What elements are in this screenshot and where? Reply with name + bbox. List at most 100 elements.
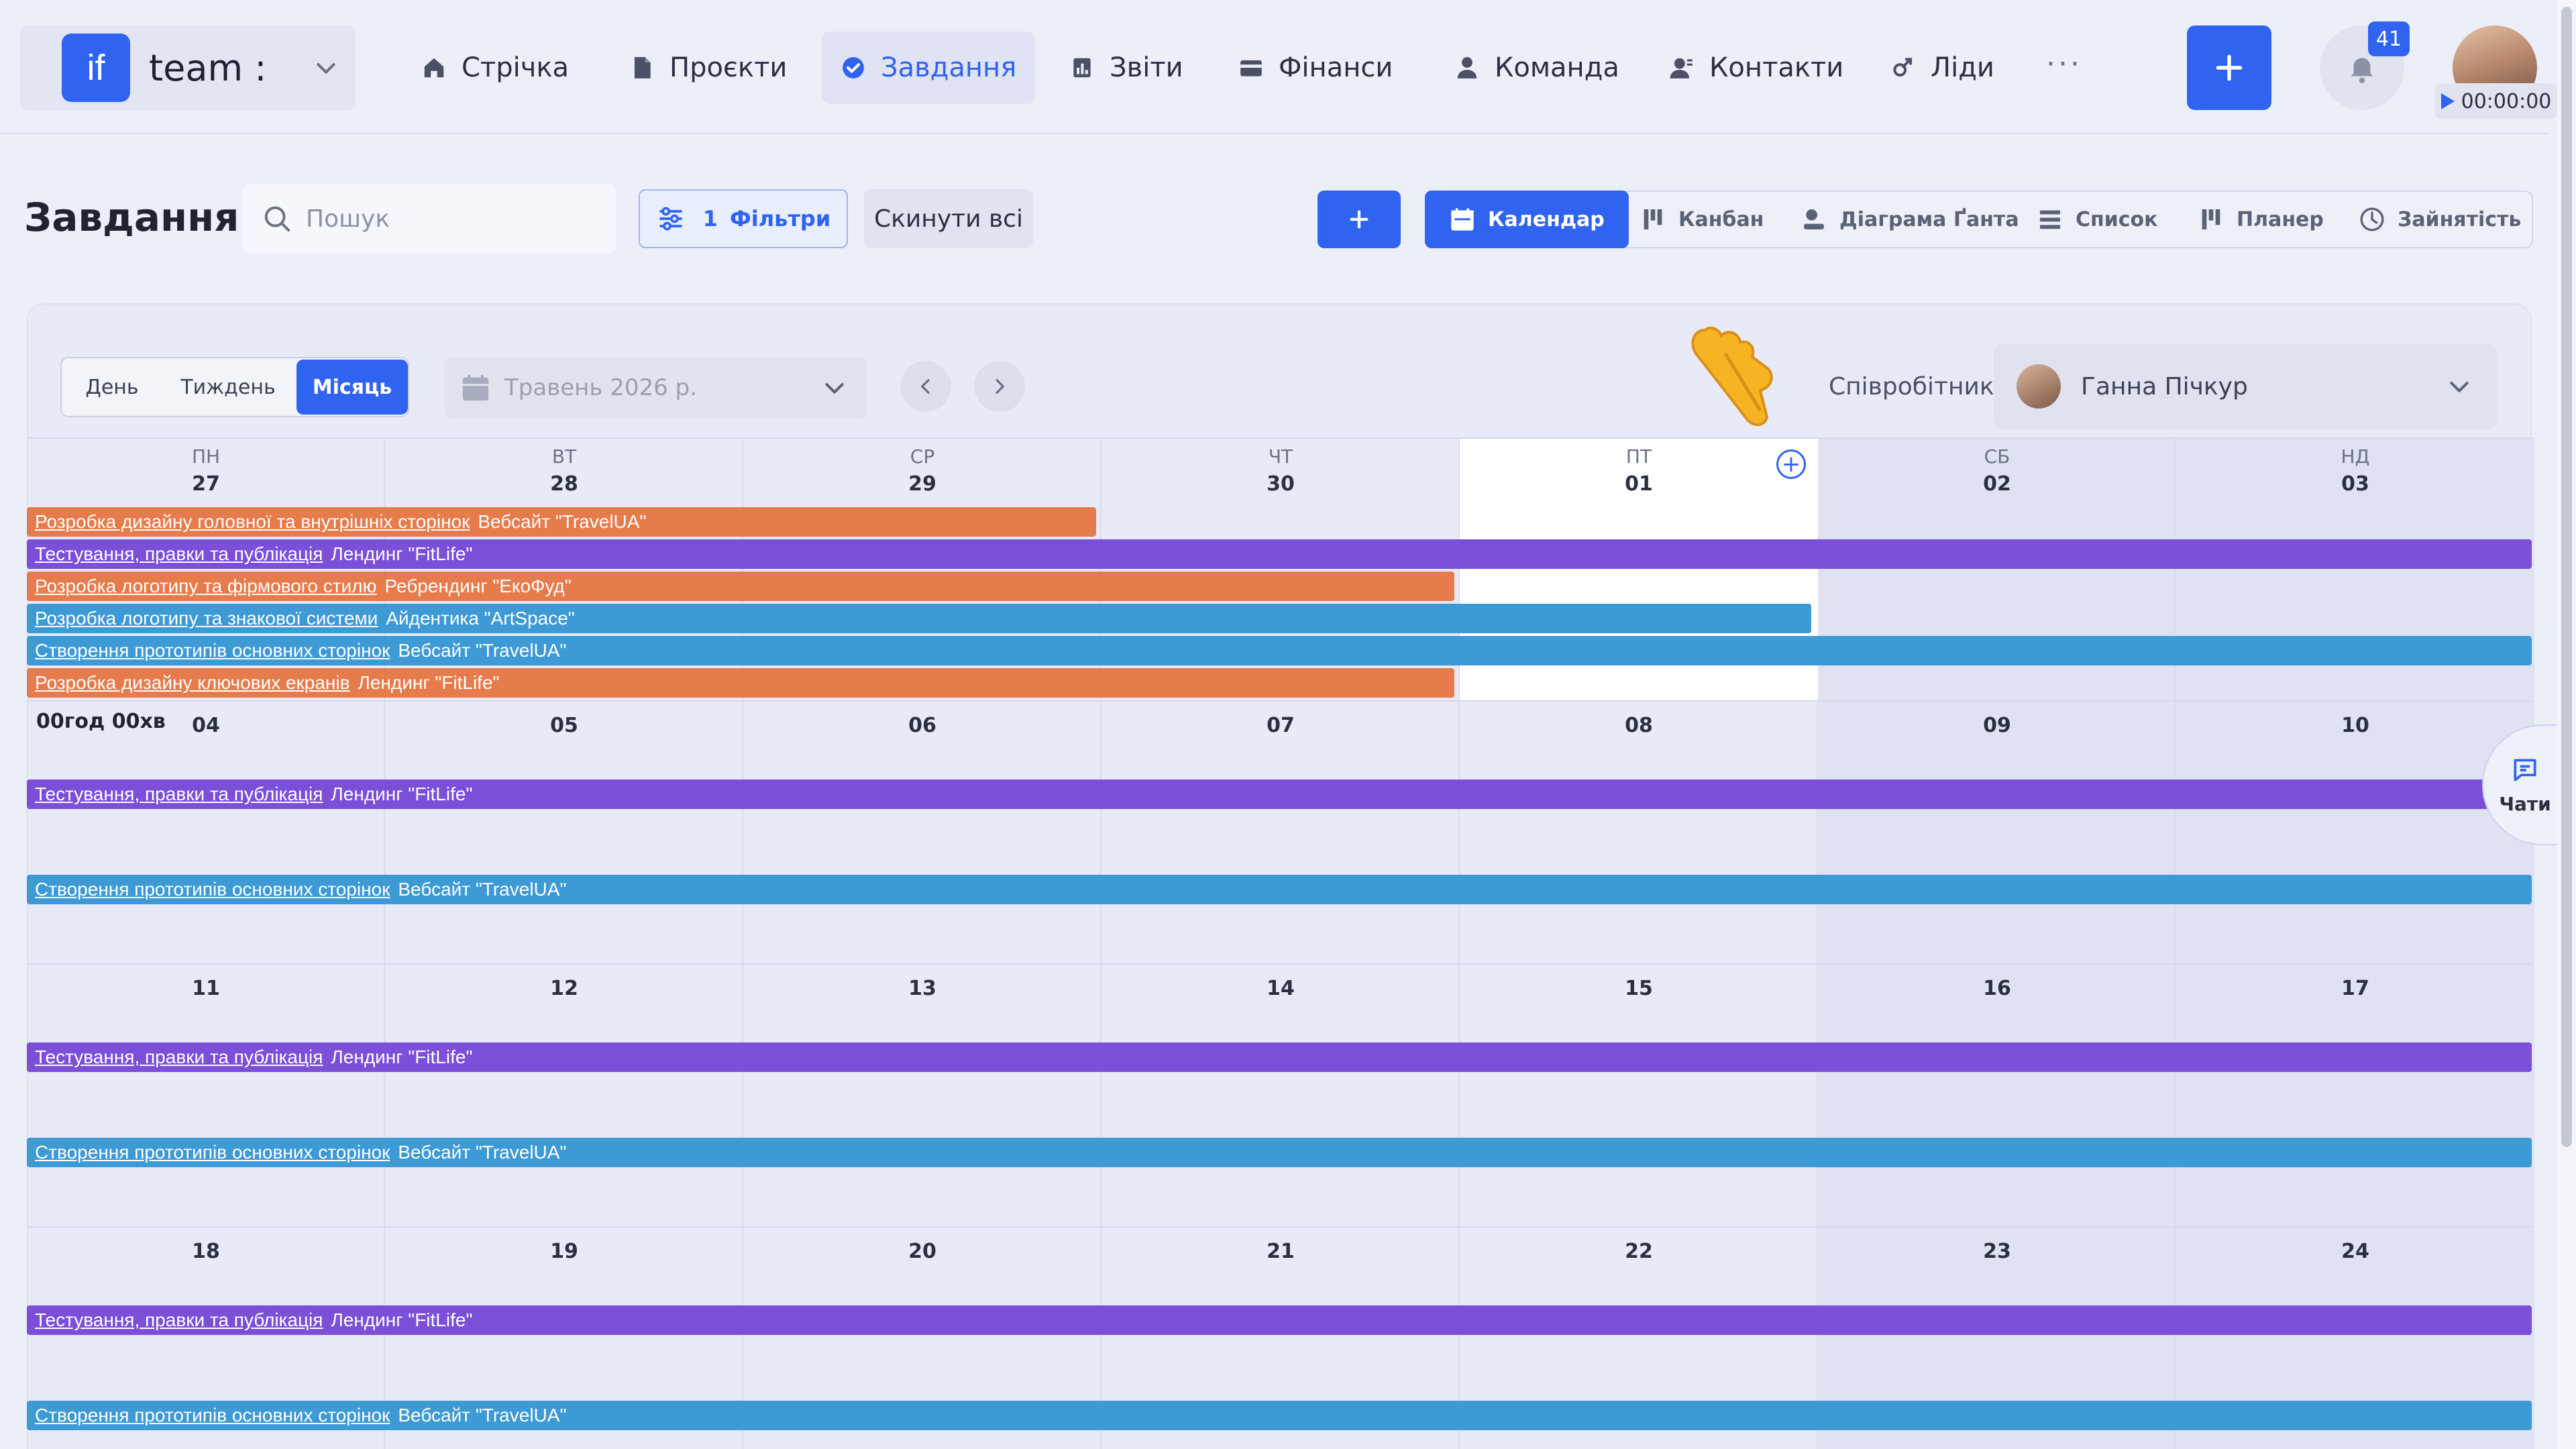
task-project: Вебсайт "TravelUA" (398, 1142, 567, 1163)
day-number: 07 (1267, 714, 1295, 737)
view-tab-planner[interactable]: Планер (2198, 192, 2324, 247)
plus-icon (1350, 210, 1368, 229)
period-switcher: День Тиждень Місяць (60, 357, 409, 417)
chevron-left-icon (921, 379, 930, 394)
month-picker[interactable]: Травень 2026 р. (444, 357, 867, 419)
nav-item-finance[interactable]: Фінанси (1220, 32, 1411, 104)
filters-button[interactable]: 1 Фільтри (639, 189, 848, 248)
workspace-switcher[interactable]: if team : (20, 25, 356, 111)
weekday-label: ПН (191, 445, 221, 468)
nav-item-projects[interactable]: Проєкти (610, 32, 806, 104)
view-label: Планер (2237, 207, 2324, 231)
task-project: Лендинг "FitLife" (331, 1309, 473, 1330)
day-number: 09 (1983, 714, 2011, 737)
nav-item-feed[interactable]: Стрічка (402, 32, 588, 104)
task-title: Створення прототипів основних сторінок (35, 1405, 390, 1426)
search-input[interactable] (306, 205, 601, 233)
wallet-icon (1240, 60, 1262, 76)
next-month-button[interactable] (974, 361, 1025, 412)
view-tab-workload[interactable]: Зайнятість (2359, 192, 2521, 247)
task-project: Ребрендинг "ЕкоФуд" (384, 576, 572, 596)
weekday-label: НД (2341, 445, 2370, 468)
day-number: 19 (550, 1240, 578, 1263)
grid-line (27, 700, 2532, 702)
task-bar[interactable]: Розробка дизайну ключових екранів Лендинг… (27, 668, 1454, 698)
day-number: 04 (192, 714, 220, 737)
weekend-column (2176, 437, 2534, 1449)
chevron-right-icon (996, 379, 1004, 394)
task-bar[interactable]: Створення прототипів основних сторінок Ве… (27, 636, 2532, 665)
employee-filter-label: Співробітник (1829, 373, 1994, 400)
time-tracker[interactable]: 00:00:00 (2435, 83, 2557, 119)
task-bar[interactable]: Тестування, правки та публікація Лендинг … (27, 539, 2532, 569)
task-project: Вебсайт "TravelUA" (478, 511, 647, 532)
grid-line (27, 1226, 2532, 1228)
gantt-icon (1804, 209, 1824, 229)
view-tab-list[interactable]: Список (2037, 192, 2158, 247)
global-add-button[interactable] (2187, 25, 2271, 110)
brand-name: team : (149, 46, 267, 89)
task-bar[interactable]: Створення прототипів основних сторінок Ве… (27, 875, 2532, 904)
task-bar[interactable]: Створення прототипів основних сторінок Ве… (27, 1138, 2532, 1167)
day-number: 30 (1267, 472, 1295, 496)
reset-filters-button[interactable]: Скинути всі (864, 189, 1033, 248)
view-tab-gantt[interactable]: Діаграма Ґанта (1801, 192, 2019, 247)
task-bar[interactable]: Тестування, правки та публікація Лендинг … (27, 780, 2532, 809)
nav-item-contacts[interactable]: Контакти (1650, 32, 1862, 104)
filters-label: Фільтри (730, 206, 831, 231)
nav-item-tasks[interactable]: Завдання (822, 32, 1036, 104)
view-label: Список (2076, 207, 2158, 231)
task-bar[interactable]: Тестування, правки та публікація Лендинг … (27, 1305, 2532, 1335)
chat-icon (2514, 759, 2536, 781)
pointing-hand-icon (1691, 326, 1773, 427)
task-bar[interactable]: Розробка дизайну головної та внутрішніх … (27, 507, 1096, 537)
period-tab-month[interactable]: Місяць (297, 360, 408, 415)
view-label: Зайнятість (2398, 207, 2522, 231)
nav-label: Завдання (881, 52, 1017, 83)
plus-icon (2216, 54, 2243, 81)
task-project: Айдентика "ArtSpace" (386, 608, 575, 629)
weekday-label: СБ (1984, 445, 2010, 468)
day-number: 02 (1983, 472, 2011, 496)
task-bar[interactable]: Створення прототипів основних сторінок Ве… (27, 1401, 2532, 1430)
scrollbar-thumb[interactable] (2561, 7, 2572, 1147)
prev-month-button[interactable] (900, 361, 951, 412)
view-label: Календар (1488, 207, 1605, 231)
planner-icon (2202, 209, 2220, 229)
view-label: Діаграма Ґанта (1839, 207, 2019, 231)
task-project: Лендинг "FitLife" (331, 784, 473, 804)
calendar-icon (462, 374, 489, 401)
view-switcher: Календар Канбан Діаграма Ґанта Список Пл… (1425, 191, 2533, 248)
period-tab-week[interactable]: Тиждень (162, 358, 294, 416)
brand-logo: if (62, 34, 130, 102)
day-number: 17 (2341, 977, 2369, 1000)
clock-icon (2360, 207, 2384, 231)
nav-item-reports[interactable]: Звіти (1051, 32, 1202, 104)
weekend-column (1818, 437, 2176, 1449)
weekday-label: ЧТ (1268, 445, 1293, 468)
view-tab-kanban[interactable]: Канбан (1640, 192, 1764, 247)
task-bar[interactable]: Розробка логотипу та фірмового стилю Ребр… (27, 572, 1454, 601)
month-value: Травень 2026 р. (504, 374, 697, 401)
add-task-to-day-button[interactable]: + (1776, 449, 1806, 479)
task-project: Вебсайт "TravelUA" (398, 879, 567, 900)
nav-item-team[interactable]: Команда (1436, 32, 1638, 104)
task-bar[interactable]: Тестування, правки та публікація Лендинг … (27, 1042, 2532, 1072)
nav-label: Проєкти (669, 52, 788, 83)
more-menu-button[interactable]: ··· (2046, 47, 2082, 81)
nav-label: Команда (1495, 52, 1619, 83)
search-box[interactable] (243, 184, 616, 254)
day-number: 01 (1625, 472, 1653, 496)
day-number: 15 (1625, 977, 1653, 1000)
task-title: Тестування, правки та публікація (35, 1046, 323, 1067)
task-project: Лендинг "FitLife" (331, 1046, 473, 1067)
nav-item-leads[interactable]: Ліди (1872, 32, 2013, 104)
document-icon (634, 57, 651, 78)
employee-select[interactable]: Ганна Пічкур (1994, 343, 2497, 429)
view-tab-calendar[interactable]: Календар (1425, 191, 1629, 248)
add-task-button[interactable] (1318, 191, 1401, 248)
period-tab-day[interactable]: День (62, 358, 162, 416)
day-number: 16 (1983, 977, 2011, 1000)
task-bar[interactable]: Розробка логотипу та знакової системи Айд… (27, 604, 1811, 633)
day-number: 29 (908, 472, 936, 496)
